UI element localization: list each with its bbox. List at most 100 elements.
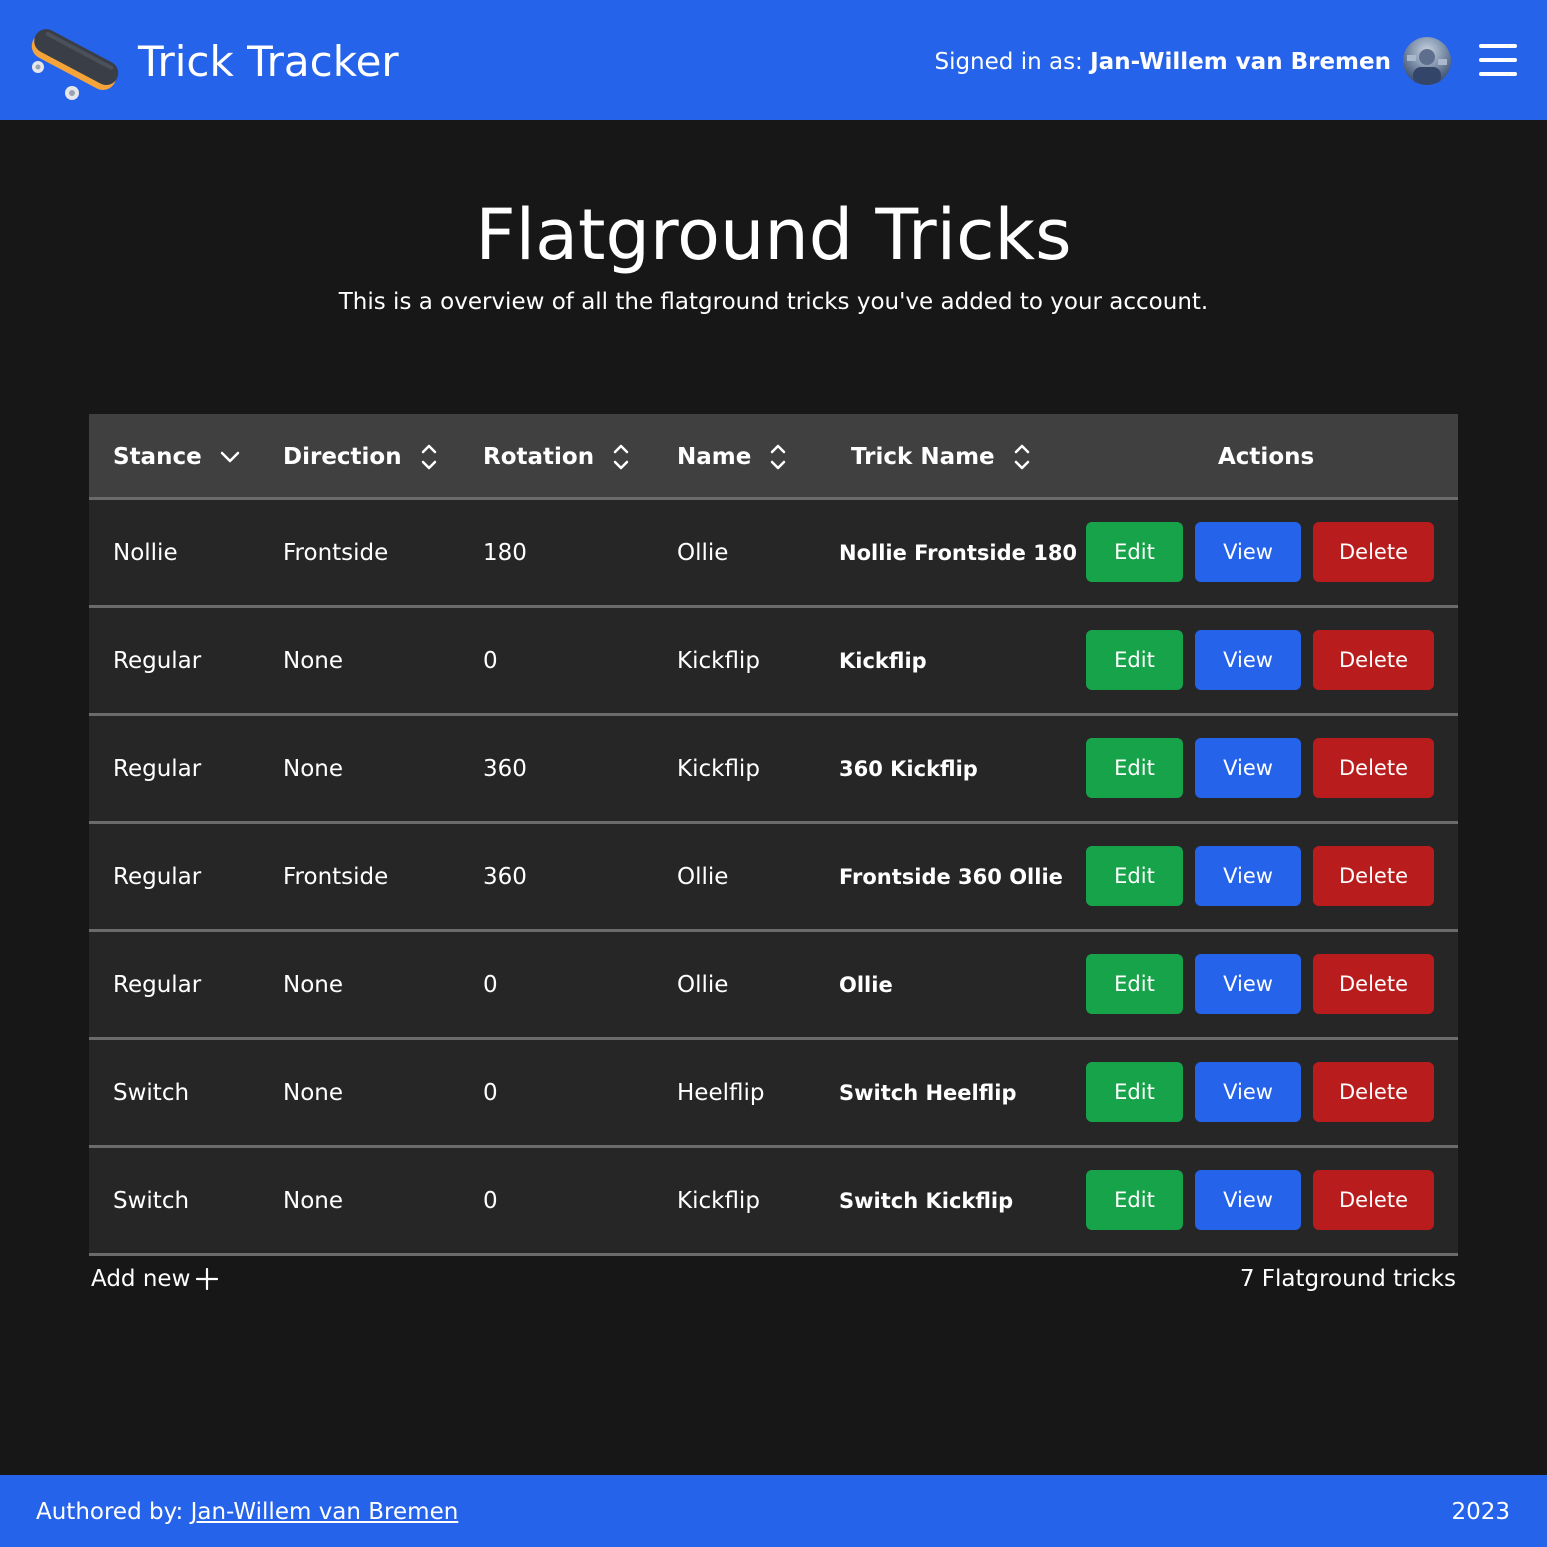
tricks-count: 7 Flatground tricks bbox=[1239, 1266, 1456, 1292]
add-new-label: Add new bbox=[91, 1266, 191, 1292]
avatar-image bbox=[1407, 49, 1447, 85]
table-header-row: Stance Direction Rotation Name Trick Nam… bbox=[89, 414, 1458, 500]
authored-prefix: Authored by: bbox=[36, 1499, 191, 1525]
delete-button[interactable]: Delete bbox=[1313, 846, 1434, 906]
column-header-trick-name[interactable]: Trick Name bbox=[851, 414, 1031, 500]
cell-name: Ollie bbox=[677, 539, 729, 566]
cell-name: Kickflip bbox=[677, 1187, 760, 1214]
edit-button[interactable]: Edit bbox=[1086, 630, 1183, 690]
cell-direction: None bbox=[283, 755, 344, 782]
plus-icon bbox=[196, 1268, 219, 1290]
edit-button[interactable]: Edit bbox=[1086, 1170, 1183, 1230]
cell-trick-name: 360 Kickflip bbox=[839, 756, 978, 781]
cell-direction: None bbox=[283, 647, 344, 674]
signed-in-user-name: Jan-Willem van Bremen bbox=[1090, 49, 1391, 75]
column-header-direction-label: Direction bbox=[283, 444, 402, 470]
copyright-year: 2023 bbox=[1451, 1499, 1510, 1525]
column-header-stance[interactable]: Stance bbox=[113, 414, 240, 500]
top-nav-bar: Trick Tracker Signed in as: Jan-Willem v… bbox=[0, 0, 1547, 120]
cell-rotation: 360 bbox=[483, 755, 527, 782]
tricks-table: Stance Direction Rotation Name Trick Nam… bbox=[89, 414, 1458, 1302]
cell-stance: Regular bbox=[113, 971, 202, 998]
table-row: Switch None 0 Heelflip Switch Heelflip Edit Vi… bbox=[89, 1040, 1458, 1148]
page-footer: Authored by: Jan-Willem van Bremen 2023 bbox=[0, 1475, 1547, 1547]
table-row: Nollie Frontside 180 Ollie Nollie Frontside … bbox=[89, 500, 1458, 608]
cell-trick-name: Frontside 360 Ollie bbox=[839, 864, 1063, 889]
cell-rotation: 0 bbox=[483, 647, 498, 674]
cell-name: Ollie bbox=[677, 863, 729, 890]
cell-name: Kickflip bbox=[677, 755, 760, 782]
sort-updown-icon bbox=[771, 444, 786, 470]
app-title[interactable]: Trick Tracker bbox=[138, 34, 399, 90]
table-row: Regular None 360 Kickflip 360 Kickflip Edit Vi… bbox=[89, 716, 1458, 824]
table-footer: Add new 7 Flatground tricks bbox=[89, 1256, 1458, 1302]
author-link[interactable]: Jan-Willem van Bremen bbox=[191, 1499, 459, 1525]
skateboard-logo[interactable] bbox=[22, 22, 124, 100]
cell-trick-name: Nollie Frontside 180 bbox=[839, 540, 1078, 565]
column-header-name-label: Name bbox=[677, 444, 752, 470]
edit-button[interactable]: Edit bbox=[1086, 954, 1183, 1014]
signed-in-status: Signed in as: Jan-Willem van Bremen bbox=[934, 46, 1391, 78]
page-subtitle: This is a overview of all the flatground… bbox=[338, 289, 1209, 315]
edit-button[interactable]: Edit bbox=[1086, 846, 1183, 906]
table-body: Nollie Frontside 180 Ollie Nollie Frontside … bbox=[89, 500, 1458, 1256]
delete-button[interactable]: Delete bbox=[1313, 630, 1434, 690]
column-header-actions-label: Actions bbox=[1218, 444, 1315, 470]
cell-stance: Regular bbox=[113, 863, 202, 890]
sort-updown-icon bbox=[613, 444, 629, 470]
cell-stance: Nollie bbox=[113, 539, 178, 566]
signed-in-prefix: Signed in as: bbox=[934, 49, 1091, 75]
table-row: Regular Frontside 360 Ollie Frontside 360 Ol… bbox=[89, 824, 1458, 932]
cell-name: Ollie bbox=[677, 971, 729, 998]
cell-stance: Regular bbox=[113, 755, 202, 782]
cell-stance: Switch bbox=[113, 1079, 190, 1106]
cell-direction: None bbox=[283, 1079, 344, 1106]
column-header-direction[interactable]: Direction bbox=[283, 414, 438, 500]
cell-direction: Frontside bbox=[283, 863, 389, 890]
view-button[interactable]: View bbox=[1195, 846, 1301, 906]
cell-direction: None bbox=[283, 1187, 344, 1214]
column-header-name[interactable]: Name bbox=[677, 414, 787, 500]
view-button[interactable]: View bbox=[1195, 1170, 1301, 1230]
column-header-actions: Actions bbox=[1218, 414, 1314, 500]
sort-updown-icon bbox=[421, 444, 436, 470]
user-avatar[interactable] bbox=[1403, 37, 1451, 85]
cell-direction: None bbox=[283, 971, 344, 998]
delete-button[interactable]: Delete bbox=[1313, 738, 1434, 798]
cell-rotation: 0 bbox=[483, 1079, 498, 1106]
cell-rotation: 360 bbox=[483, 863, 527, 890]
sort-updown-icon bbox=[1014, 444, 1029, 470]
cell-name: Kickflip bbox=[677, 647, 760, 674]
delete-button[interactable]: Delete bbox=[1313, 954, 1434, 1014]
cell-trick-name: Switch Kickflip bbox=[839, 1188, 1014, 1213]
table-row: Regular None 0 Ollie Ollie Edit View Delete bbox=[89, 932, 1458, 1040]
authored-by: Authored by: Jan-Willem van Bremen bbox=[36, 1497, 458, 1527]
delete-button[interactable]: Delete bbox=[1313, 1170, 1434, 1230]
view-button[interactable]: View bbox=[1195, 630, 1301, 690]
cell-direction: Frontside bbox=[283, 539, 389, 566]
delete-button[interactable]: Delete bbox=[1313, 522, 1434, 582]
cell-trick-name: Ollie bbox=[839, 972, 893, 997]
column-header-stance-label: Stance bbox=[113, 444, 202, 470]
edit-button[interactable]: Edit bbox=[1086, 1062, 1183, 1122]
page-title: Flatground Tricks bbox=[475, 194, 1072, 276]
cell-trick-name: Switch Heelflip bbox=[839, 1080, 1017, 1105]
cell-rotation: 180 bbox=[483, 539, 527, 566]
delete-button[interactable]: Delete bbox=[1313, 1062, 1434, 1122]
view-button[interactable]: View bbox=[1195, 954, 1301, 1014]
hamburger-menu-icon[interactable] bbox=[1479, 42, 1519, 78]
cell-trick-name: Kickflip bbox=[839, 648, 927, 673]
view-button[interactable]: View bbox=[1195, 738, 1301, 798]
chevron-down-icon bbox=[220, 451, 239, 463]
edit-button[interactable]: Edit bbox=[1086, 522, 1183, 582]
add-new-link[interactable]: Add new bbox=[91, 1264, 219, 1294]
cell-stance: Regular bbox=[113, 647, 202, 674]
view-button[interactable]: View bbox=[1195, 1062, 1301, 1122]
cell-name: Heelflip bbox=[677, 1079, 765, 1106]
cell-rotation: 0 bbox=[483, 971, 498, 998]
cell-stance: Switch bbox=[113, 1187, 190, 1214]
view-button[interactable]: View bbox=[1195, 522, 1301, 582]
cell-rotation: 0 bbox=[483, 1187, 498, 1214]
edit-button[interactable]: Edit bbox=[1086, 738, 1183, 798]
column-header-rotation[interactable]: Rotation bbox=[483, 414, 630, 500]
